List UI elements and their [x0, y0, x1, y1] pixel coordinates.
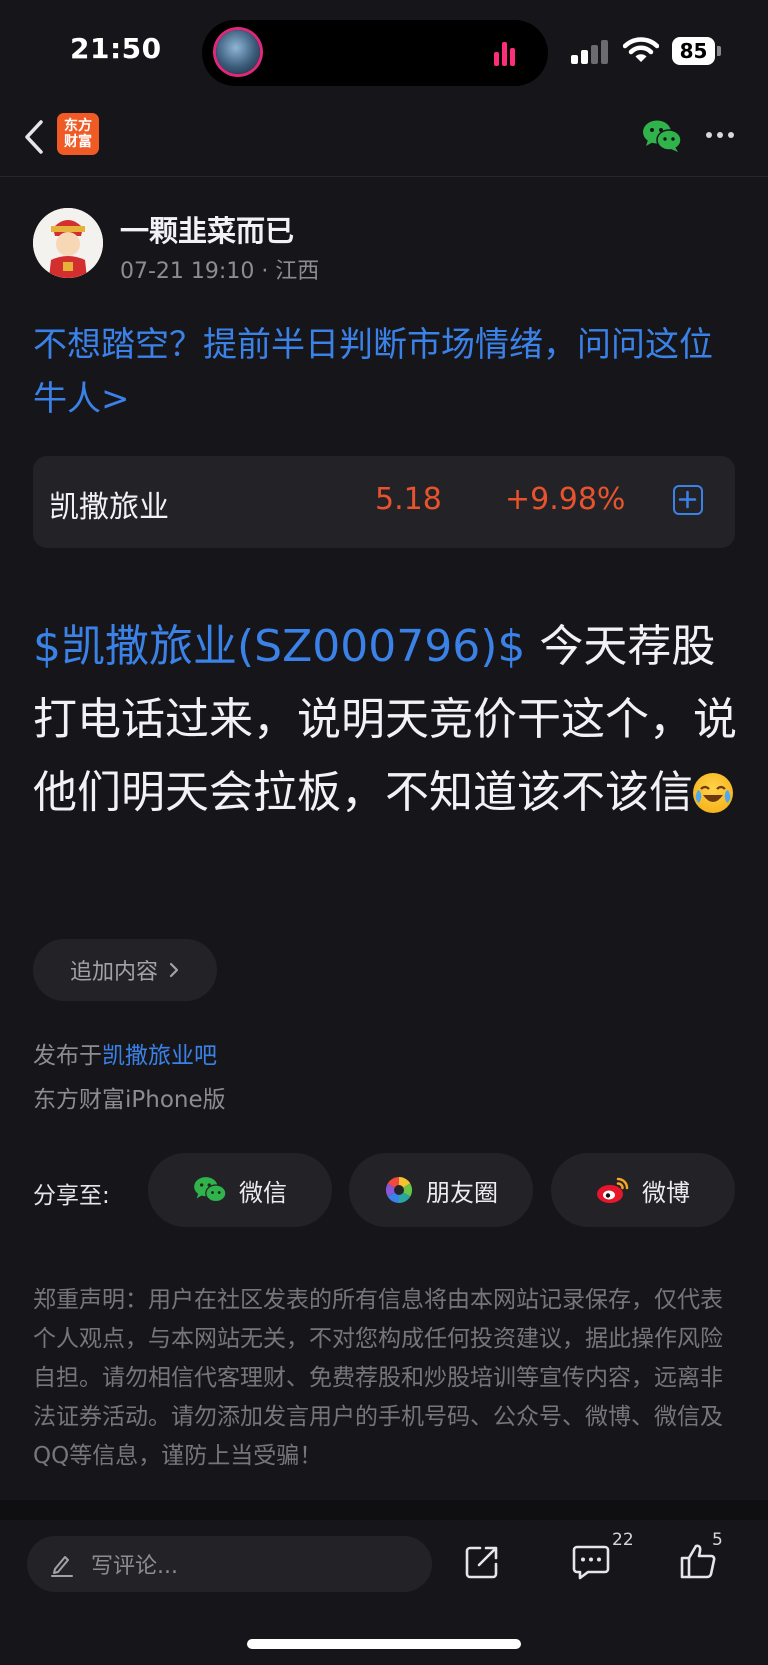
logo-line-2: 财富 — [64, 134, 92, 150]
status-time: 21:50 — [70, 32, 162, 65]
chevron-right-icon — [169, 962, 179, 978]
laughing-crying-emoji-icon — [693, 773, 733, 813]
share-moments-button[interactable]: 朋友圈 — [349, 1153, 533, 1227]
share-wechat-label: 微信 — [239, 1178, 287, 1207]
stock-quote-card[interactable]: 凯撒旅业 5.18 +9.98% — [33, 456, 735, 548]
comment-icon[interactable] — [572, 1544, 610, 1580]
share-wechat-button[interactable]: 微信 — [148, 1153, 332, 1227]
logo-line-1: 东方 — [64, 118, 92, 134]
share-weibo-label: 微博 — [642, 1178, 690, 1207]
append-content-label: 追加内容 — [69, 960, 158, 985]
wechat-share-icon[interactable] — [642, 118, 682, 154]
bottom-divider — [0, 1500, 768, 1520]
stock-name: 凯撒旅业 — [49, 490, 169, 525]
now-playing-avatar — [216, 30, 260, 74]
share-weibo-button[interactable]: 微博 — [551, 1153, 735, 1227]
dynamic-island — [202, 20, 548, 86]
comment-input[interactable]: 写评论... — [27, 1536, 432, 1592]
moments-icon — [385, 1176, 413, 1204]
disclaimer: 郑重声明：用户在社区发表的所有信息将由本网站记录保存，仅代表个人观点，与本网站无… — [33, 1287, 723, 1469]
pencil-icon — [51, 1556, 73, 1577]
navigation-bar: 东方 财富 — [0, 96, 768, 177]
back-chevron-icon[interactable] — [22, 118, 46, 156]
share-out-icon[interactable] — [464, 1544, 500, 1580]
stock-change-percent: +9.98% — [505, 482, 626, 517]
comment-placeholder: 写评论... — [91, 1554, 178, 1579]
promo-link[interactable]: 不想踏空？提前半日判断市场情绪，问问这位牛人> — [33, 318, 738, 426]
home-indicator — [247, 1639, 521, 1649]
published-prefix: 发布于 — [33, 1043, 102, 1069]
author-avatar[interactable] — [33, 208, 103, 278]
published-in: 发布于凯撒旅业吧 — [33, 1036, 217, 1070]
like-count: 5 — [712, 1530, 723, 1550]
client-info: 东方财富iPhone版 — [33, 1087, 226, 1113]
more-options-icon[interactable] — [706, 130, 736, 140]
add-to-watchlist-icon[interactable] — [673, 485, 703, 515]
audio-wave-icon — [494, 40, 520, 66]
wechat-icon — [194, 1177, 227, 1203]
stock-bar-link[interactable]: 凯撒旅业吧 — [102, 1043, 217, 1069]
comment-count: 22 — [612, 1530, 634, 1550]
battery-indicator: 85 — [672, 37, 721, 65]
wifi-icon — [623, 37, 659, 62]
append-content-button[interactable]: 追加内容 — [33, 939, 217, 1001]
author-name[interactable]: 一颗韭菜而已 — [120, 208, 294, 250]
cellular-signal-icon — [571, 40, 611, 64]
post-time-location: 07-21 19:10 · 江西 — [120, 259, 320, 284]
battery-level: 85 — [679, 39, 708, 63]
share-label: 分享至: — [33, 1183, 110, 1209]
weibo-icon — [597, 1177, 629, 1203]
stock-tag-link[interactable]: $凯撒旅业(SZ000796)$ — [33, 621, 525, 672]
post-content: $凯撒旅业(SZ000796)$ 今天荐股打电话过来，说明天竞价干这个，说他们明… — [33, 610, 738, 829]
share-moments-label: 朋友圈 — [426, 1178, 498, 1207]
eastmoney-logo[interactable]: 东方 财富 — [57, 113, 99, 155]
stock-price: 5.18 — [375, 482, 442, 517]
